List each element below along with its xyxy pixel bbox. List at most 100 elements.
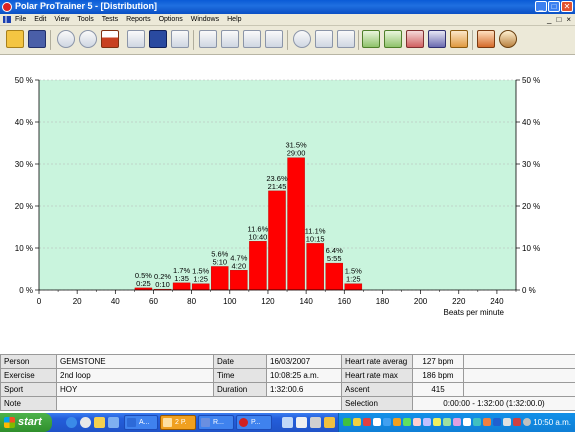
y-tick-label: 10 %	[15, 244, 33, 253]
tray-icon[interactable]	[503, 418, 511, 426]
taskbar-task-4[interactable]: P...	[236, 415, 272, 430]
tray-icon[interactable]	[433, 418, 441, 426]
menu-options[interactable]: Options	[159, 14, 183, 25]
volume-icon[interactable]	[523, 418, 531, 426]
percent-icon[interactable]	[243, 30, 261, 48]
mdi-close-button[interactable]: ×	[566, 14, 571, 25]
start-button[interactable]: start	[0, 413, 52, 432]
zones-icon[interactable]	[362, 30, 380, 48]
x-tick-label: 220	[452, 297, 466, 306]
zones-2-icon[interactable]	[384, 30, 402, 48]
tray-icon[interactable]	[403, 418, 411, 426]
tray-icon[interactable]	[363, 418, 371, 426]
time-label: Time	[213, 368, 267, 383]
minimize-button[interactable]: _	[535, 1, 547, 12]
zones-4-icon[interactable]	[428, 30, 446, 48]
tray-icon[interactable]	[473, 418, 481, 426]
bar-time-label: 4:20	[232, 261, 247, 270]
mdi-minimize-button[interactable]: _	[547, 14, 551, 25]
time-value[interactable]: 10:08:25 a.m.	[266, 368, 342, 383]
pen-icon[interactable]	[171, 30, 189, 48]
menu-edit[interactable]: Edit	[34, 14, 46, 25]
date-value[interactable]: 16/03/2007	[266, 354, 342, 369]
ie-icon[interactable]	[66, 417, 77, 428]
menu-reports[interactable]: Reports	[126, 14, 151, 25]
media-icon[interactable]	[80, 417, 91, 428]
open-folder-icon[interactable]	[6, 30, 24, 48]
maximize-button[interactable]: □	[548, 1, 560, 12]
tray-icon[interactable]	[483, 418, 491, 426]
menu-windows[interactable]: Windows	[191, 14, 219, 25]
power-icon[interactable]	[79, 30, 97, 48]
note-label: Note	[0, 396, 57, 411]
notebook-icon[interactable]	[149, 30, 167, 48]
sport-value[interactable]: HOY	[56, 382, 214, 397]
taskbar-task-1[interactable]: A...	[124, 415, 158, 430]
tray-extra-icon[interactable]	[296, 417, 307, 428]
calendar-icon[interactable]	[127, 30, 145, 48]
taskbar-task-3[interactable]: R...	[198, 415, 234, 430]
tray-icon[interactable]	[353, 418, 361, 426]
tray-icon[interactable]	[443, 418, 451, 426]
network-icon[interactable]	[343, 418, 351, 426]
tray-icon[interactable]	[513, 418, 521, 426]
bar-chart-icon[interactable]	[221, 30, 239, 48]
tray-extra-icon[interactable]	[282, 417, 293, 428]
menu-file[interactable]: File	[15, 14, 26, 25]
tray-icon[interactable]	[463, 418, 471, 426]
pie-chart-icon[interactable]	[265, 30, 283, 48]
close-button[interactable]: ✕	[561, 1, 573, 12]
zones-5-icon[interactable]	[450, 30, 468, 48]
add-exercise-icon[interactable]	[57, 30, 75, 48]
exercise-value[interactable]: 2nd loop	[56, 368, 214, 383]
tray-icon[interactable]	[493, 418, 501, 426]
download-icon[interactable]	[315, 30, 333, 48]
tray-extra-icon[interactable]	[310, 417, 321, 428]
person-value[interactable]: GEMSTONE	[56, 354, 214, 369]
tray-icon[interactable]	[423, 418, 431, 426]
tray-icon[interactable]	[413, 418, 421, 426]
menu-view[interactable]: View	[54, 14, 69, 25]
start-label: start	[18, 416, 42, 428]
search-icon[interactable]	[293, 30, 311, 48]
hr-avg-value[interactable]: 127 bpm	[412, 354, 464, 369]
menu-tools[interactable]: Tools	[77, 14, 93, 25]
bar-time-label: 10:15	[306, 234, 325, 243]
toolbar-separator	[50, 30, 51, 50]
tray-icon[interactable]	[453, 418, 461, 426]
users-icon[interactable]	[499, 30, 517, 48]
bar-time-label: 21:45	[268, 182, 287, 191]
document-icon[interactable]	[3, 16, 11, 23]
ascent-value[interactable]: 415	[412, 382, 464, 397]
task-label: 2 P.	[175, 419, 187, 426]
tray-extra-icon[interactable]	[324, 417, 335, 428]
task-icon	[201, 418, 210, 427]
y-tick-label: 30 %	[15, 160, 33, 169]
duration-value[interactable]: 1:32:00.6	[266, 382, 342, 397]
histogram-bar	[249, 241, 267, 291]
mdi-restore-button[interactable]: □	[556, 14, 561, 25]
window-controls: _ □ ✕	[535, 1, 573, 12]
task-label: P...	[251, 419, 261, 426]
exercise-info-panel: Person GEMSTONE Date 16/03/2007 Heart ra…	[0, 354, 575, 411]
tray-icon[interactable]	[383, 418, 391, 426]
folder-icon[interactable]	[94, 417, 105, 428]
taskbar-task-2[interactable]: 2 P.	[160, 415, 196, 430]
selection-value[interactable]: 0:00:00 - 1:32:00 (1:32:00.0)	[412, 396, 575, 411]
x-tick-label: 0	[37, 297, 42, 306]
chart-curve-icon[interactable]	[199, 30, 217, 48]
upload-icon[interactable]	[337, 30, 355, 48]
tray-icon[interactable]	[393, 418, 401, 426]
hr-max-value[interactable]: 186 bpm	[412, 368, 464, 383]
save-disk-icon[interactable]	[28, 30, 46, 48]
menu-tests[interactable]: Tests	[102, 14, 118, 25]
report-icon[interactable]	[477, 30, 495, 48]
task-label: A...	[139, 419, 150, 426]
tray-icon[interactable]	[373, 418, 381, 426]
menu-help[interactable]: Help	[227, 14, 241, 25]
x-tick-label: 40	[111, 297, 120, 306]
zones-3-icon[interactable]	[406, 30, 424, 48]
note-value[interactable]	[56, 396, 342, 411]
desktop-icon[interactable]	[108, 417, 119, 428]
weight-icon[interactable]	[101, 30, 119, 48]
